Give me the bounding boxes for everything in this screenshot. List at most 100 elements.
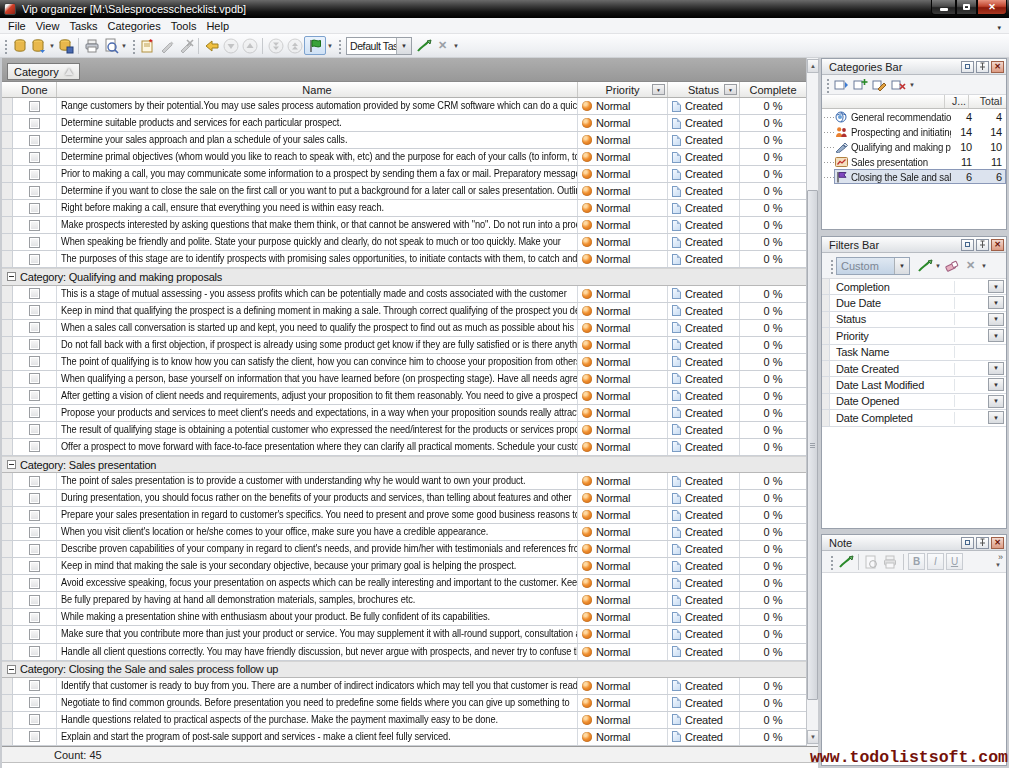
task-row[interactable]: Explain and start the program of post-sa… xyxy=(2,729,806,746)
task-name-cell[interactable]: Negotiate to find common grounds. Before… xyxy=(57,695,578,711)
group-by-category-tab[interactable]: Category xyxy=(7,63,80,80)
done-checkbox[interactable] xyxy=(29,629,40,640)
toolbar-grip[interactable] xyxy=(829,554,834,570)
filter-value[interactable]: ▼ xyxy=(955,377,1006,392)
task-row[interactable]: When you visit client's location or he/s… xyxy=(2,524,806,541)
filter-value-dropdown[interactable]: ▼ xyxy=(988,378,1004,391)
task-row[interactable]: The point of qualifying is to know how y… xyxy=(2,354,806,371)
done-checkbox[interactable] xyxy=(29,731,40,742)
status-cell[interactable]: Created xyxy=(668,490,740,506)
priority-cell[interactable]: Normal xyxy=(578,166,668,182)
filter-value-dropdown[interactable]: ▼ xyxy=(988,411,1004,424)
status-cell[interactable]: Created xyxy=(668,558,740,574)
complete-cell[interactable]: 0 % xyxy=(740,251,806,267)
note-close-button[interactable]: ✕ xyxy=(991,537,1004,549)
task-type-combo[interactable]: Default Task ▼ xyxy=(346,37,412,55)
done-checkbox[interactable] xyxy=(29,322,40,333)
task-row[interactable]: During presentation, you should focus ra… xyxy=(2,490,806,507)
bold-button[interactable]: B xyxy=(908,553,925,570)
done-checkbox[interactable] xyxy=(29,544,40,555)
task-row[interactable]: Handle questions related to practical as… xyxy=(2,712,806,729)
task-name-cell[interactable]: Prior to making a call, you may communic… xyxy=(57,166,578,182)
edit-note-button[interactable] xyxy=(836,552,855,571)
task-row[interactable]: Determine your sales approach and plan a… xyxy=(2,132,806,149)
complete-cell[interactable]: 0 % xyxy=(740,166,806,182)
task-row[interactable]: Determine suitable products and services… xyxy=(2,115,806,132)
close-button[interactable]: ✕ xyxy=(977,0,1007,15)
complete-cell[interactable]: 0 % xyxy=(740,678,806,694)
status-cell[interactable]: Created xyxy=(668,98,740,114)
filter-value-dropdown[interactable]: ▼ xyxy=(988,362,1004,375)
filters-close-button[interactable]: ✕ xyxy=(991,239,1004,251)
status-cell[interactable]: Created xyxy=(668,183,740,199)
complete-cell[interactable]: 0 % xyxy=(740,439,806,455)
task-row[interactable]: Do not fall back with a first objection,… xyxy=(2,337,806,354)
italic-button[interactable]: I xyxy=(927,553,944,570)
priority-cell[interactable]: Normal xyxy=(578,644,668,660)
done-checkbox[interactable] xyxy=(29,101,40,112)
column-header-done[interactable]: Done xyxy=(13,82,57,97)
filter-value-dropdown[interactable]: ▼ xyxy=(988,395,1004,408)
complete-cell[interactable]: 0 % xyxy=(740,712,806,728)
filter-value-dropdown[interactable]: ▼ xyxy=(988,296,1004,309)
column-header-priority[interactable]: Priority▼ xyxy=(578,82,668,97)
task-name-cell[interactable]: The point of sales presentation is to pr… xyxy=(57,473,578,489)
status-cell[interactable]: Created xyxy=(668,712,740,728)
filter-value-dropdown[interactable]: ▼ xyxy=(988,329,1004,342)
task-name-cell[interactable]: Determine your sales approach and plan a… xyxy=(57,132,578,148)
category-tree-item[interactable]: Sales presentation1111 xyxy=(822,154,1006,169)
complete-cell[interactable]: 0 % xyxy=(740,558,806,574)
move-down-button[interactable] xyxy=(221,36,240,55)
complete-cell[interactable]: 0 % xyxy=(740,98,806,114)
complete-cell[interactable]: 0 % xyxy=(740,490,806,506)
note-toolbar-dropdown[interactable]: ▼ xyxy=(995,562,1001,568)
category-tree-item[interactable]: Closing the Sale and sales process follo… xyxy=(822,169,1006,184)
status-cell[interactable]: Created xyxy=(668,149,740,165)
complete-cell[interactable]: 0 % xyxy=(740,388,806,404)
filter-value[interactable]: ▼ xyxy=(955,410,1006,425)
complete-cell[interactable]: 0 % xyxy=(740,609,806,625)
menu-categories[interactable]: Categories xyxy=(103,19,166,33)
priority-cell[interactable]: Normal xyxy=(578,320,668,336)
task-row[interactable]: Be fully prepared by having at hand all … xyxy=(2,592,806,609)
filter-value[interactable]: ▼ xyxy=(955,295,1006,310)
complete-cell[interactable]: 0 % xyxy=(740,405,806,421)
done-checkbox[interactable] xyxy=(29,305,40,316)
status-cell[interactable]: Created xyxy=(668,371,740,387)
move-up-button[interactable] xyxy=(240,36,259,55)
task-row[interactable]: The point of sales presentation is to pr… xyxy=(2,473,806,490)
task-row[interactable]: Identify that customer is ready to buy f… xyxy=(2,678,806,695)
priority-filter-dropdown[interactable]: ▼ xyxy=(652,84,665,95)
task-row[interactable]: Avoid excessive speaking, focus your pre… xyxy=(2,575,806,592)
task-row[interactable]: Handle all client questions correctly. Y… xyxy=(2,644,806,661)
done-checkbox[interactable] xyxy=(29,169,40,180)
new-task-button[interactable]: * xyxy=(138,36,157,55)
done-checkbox[interactable] xyxy=(29,527,40,538)
toolbar-grip[interactable] xyxy=(337,38,342,54)
toolbar-grip[interactable] xyxy=(825,77,830,93)
print-preview-button[interactable] xyxy=(101,36,120,55)
status-cell[interactable]: Created xyxy=(668,507,740,523)
new-database-button[interactable] xyxy=(10,36,29,55)
priority-cell[interactable]: Normal xyxy=(578,217,668,233)
titlebar[interactable]: Vip organizer [M:\Salesprocesschecklist.… xyxy=(0,0,1009,18)
task-name-cell[interactable]: Keep in mind that making the sale is you… xyxy=(57,558,578,574)
move-top-button[interactable] xyxy=(285,36,304,55)
task-name-cell[interactable]: Keep in mind that qualifying the prospec… xyxy=(57,303,578,319)
done-checkbox[interactable] xyxy=(29,186,40,197)
category-tree-item[interactable]: General recommendations44 xyxy=(822,109,1006,124)
task-row[interactable]: Describe proven capabilities of your com… xyxy=(2,541,806,558)
task-name-cell[interactable]: Make prospects interested by asking ques… xyxy=(57,217,578,233)
task-row[interactable]: Determine if you want to close the sale … xyxy=(2,183,806,200)
complete-cell[interactable]: 0 % xyxy=(740,337,806,353)
filter-value[interactable]: ▼ xyxy=(955,279,1006,294)
clear-filter-button[interactable] xyxy=(942,256,961,275)
priority-cell[interactable]: Normal xyxy=(578,251,668,267)
filter-value-dropdown[interactable]: ▼ xyxy=(988,313,1004,326)
priority-cell[interactable]: Normal xyxy=(578,149,668,165)
priority-cell[interactable]: Normal xyxy=(578,337,668,353)
goto-task-button[interactable] xyxy=(202,36,221,55)
priority-cell[interactable]: Normal xyxy=(578,507,668,523)
priority-cell[interactable]: Normal xyxy=(578,712,668,728)
filter-value[interactable]: ▼ xyxy=(955,361,1006,376)
